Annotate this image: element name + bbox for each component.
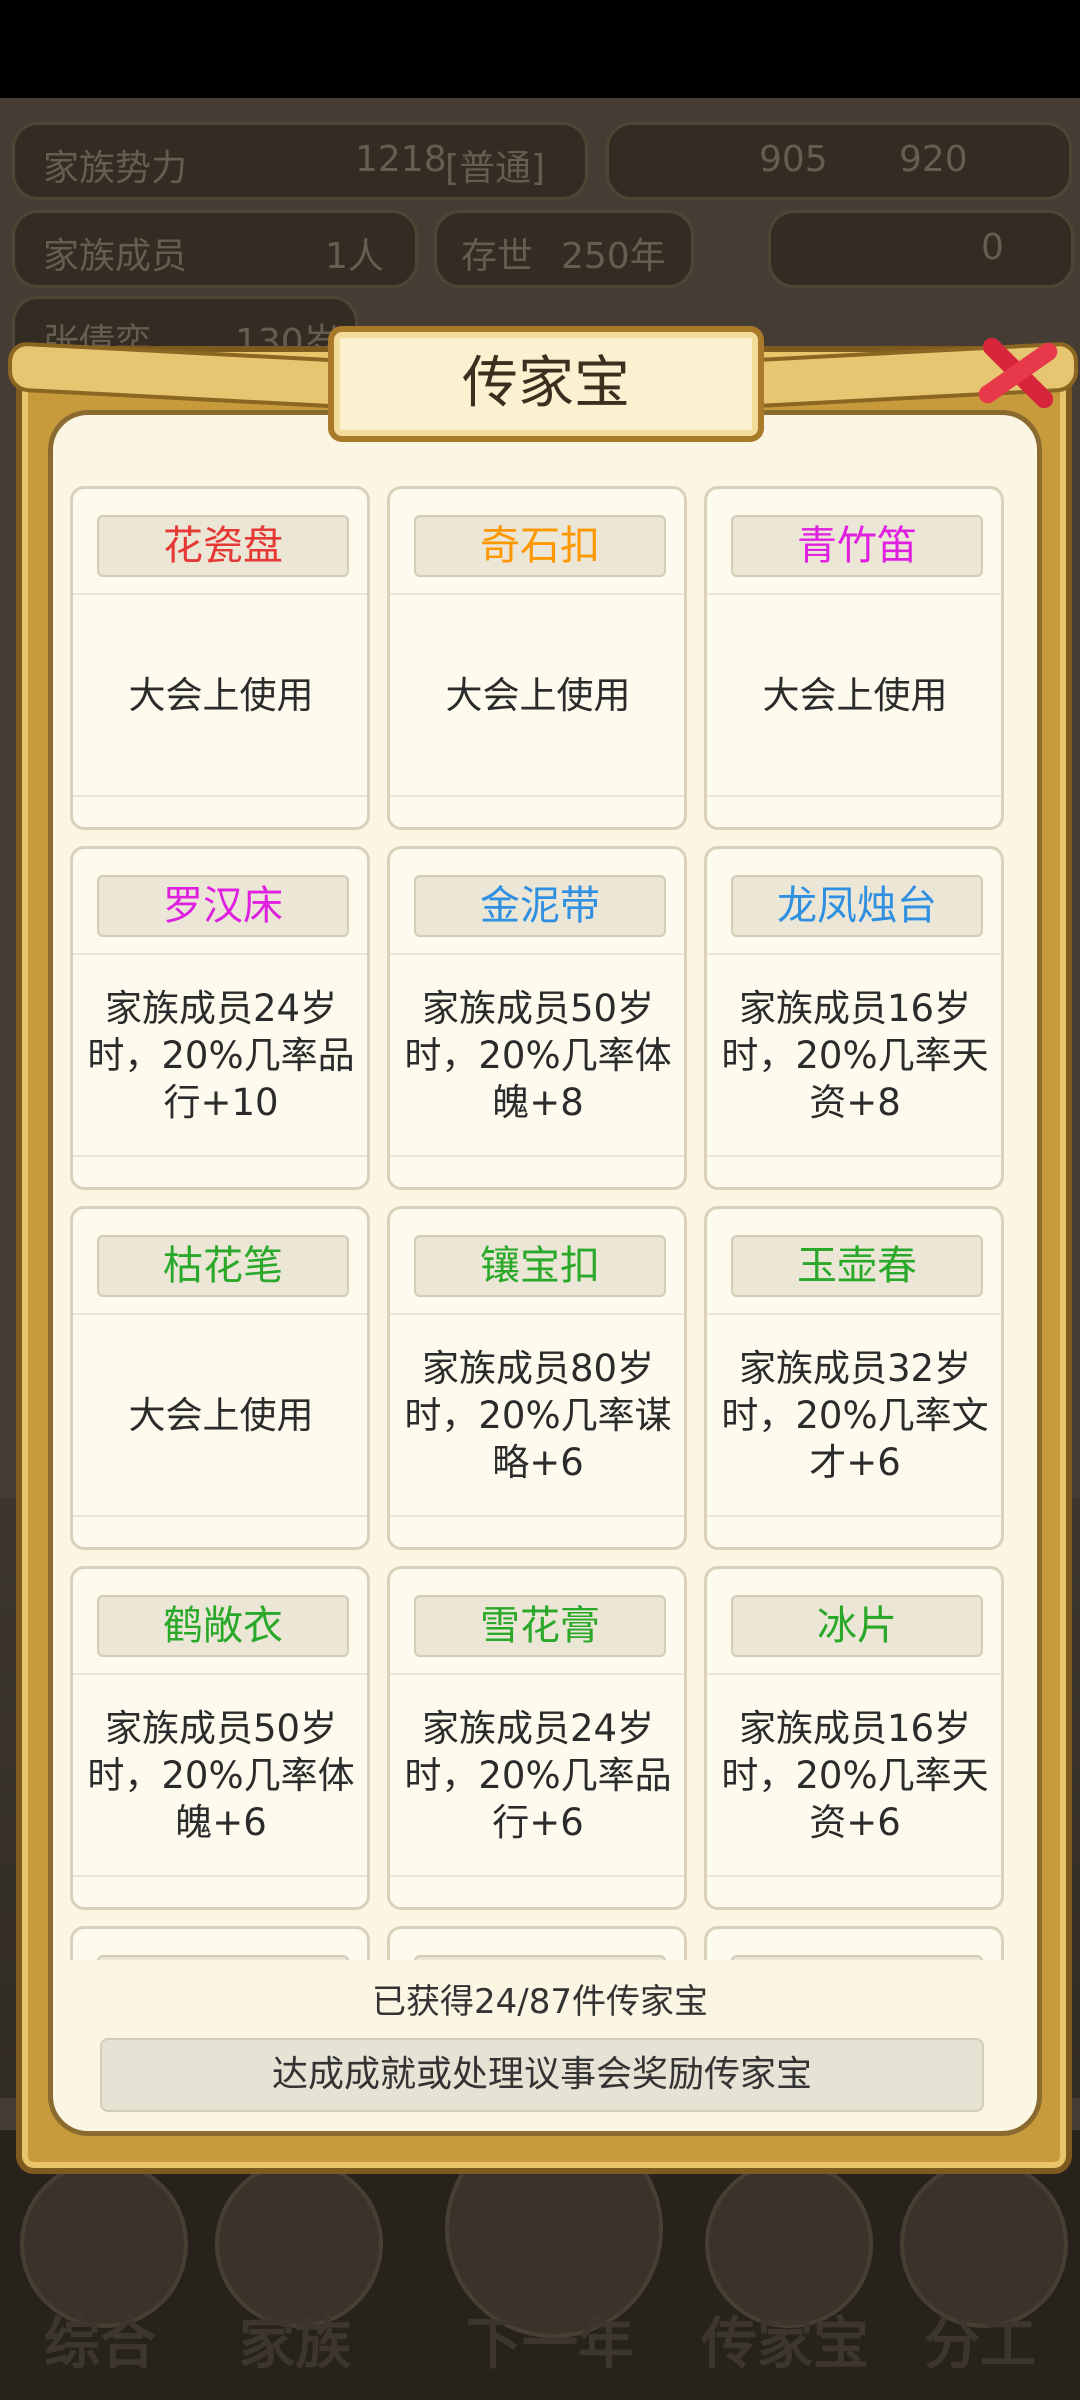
heirloom-effect: 家族成员16岁时，20%几率天资+6	[721, 1706, 989, 1844]
heirloom-effect: 家族成员32岁时，20%几率文才+6	[721, 1346, 989, 1484]
heirloom-card[interactable]: 镶宝扣家族成员80岁时，20%几率谋略+6	[387, 1206, 687, 1550]
heirloom-name: 奇石扣	[414, 515, 666, 577]
heirloom-name: 龙凤烛台	[731, 875, 983, 937]
heirloom-name: 玉壶春	[731, 1235, 983, 1297]
heirloom-effect: 家族成员50岁时，20%几率体魄+6	[87, 1706, 355, 1844]
collected-count: 已获得24/87件传家宝	[372, 1982, 708, 2022]
heirloom-effect: 家族成员50岁时，20%几率体魄+8	[404, 986, 672, 1124]
heirloom-name: 金泥带	[414, 875, 666, 937]
heirloom-card[interactable]: 奇石扣 大会上使用	[387, 486, 687, 830]
heirloom-effect: 大会上使用	[762, 673, 948, 717]
heirloom-card[interactable]: 鹤敞衣家族成员50岁时，20%几率体魄+6	[70, 1566, 370, 1910]
heirloom-card-partial[interactable]	[70, 1926, 370, 1960]
heirloom-name: 罗汉床	[97, 875, 349, 937]
status-bar	[0, 0, 1080, 98]
heirloom-card[interactable]: 龙凤烛台家族成员16岁时，20%几率天资+8	[704, 846, 1004, 1190]
heirloom-card[interactable]: 枯花笔 大会上使用	[70, 1206, 370, 1550]
heirloom-name: 鹤敞衣	[97, 1595, 349, 1657]
heirloom-effect: 家族成员24岁时，20%几率品行+6	[404, 1706, 672, 1844]
heirloom-name: 青竹笛	[731, 515, 983, 577]
hint-bar: 达成成就或处理议事会奖励传家宝	[100, 2038, 984, 2112]
heirloom-effect: 家族成员16岁时，20%几率天资+8	[721, 986, 989, 1124]
heirloom-card[interactable]: 玉壶春家族成员32岁时，20%几率文才+6	[704, 1206, 1004, 1550]
heirloom-name: 镶宝扣	[414, 1235, 666, 1297]
dialog-title: 传家宝	[328, 326, 764, 442]
heirloom-name: 雪花膏	[414, 1595, 666, 1657]
heirloom-card[interactable]: 冰片家族成员16岁时，20%几率天资+6	[704, 1566, 1004, 1910]
heirloom-grid[interactable]: 花瓷盘 大会上使用 奇石扣 大会上使用 青竹笛 大会上使用 罗汉床 家族成员24岁时，20%几…	[70, 486, 1014, 1960]
heirloom-name: 冰片	[731, 1595, 983, 1657]
heirloom-name: 花瓷盘	[97, 515, 349, 577]
heirloom-effect: 家族成员24岁时，20%几率品行+10	[87, 986, 355, 1124]
heirloom-card[interactable]: 金泥带家族成员50岁时，20%几率体魄+8	[387, 846, 687, 1190]
heirloom-effect: 大会上使用	[128, 1393, 314, 1437]
heirloom-card-partial[interactable]	[387, 1926, 687, 1960]
heirloom-card[interactable]: 雪花膏家族成员24岁时，20%几率品行+6	[387, 1566, 687, 1910]
close-button[interactable]	[964, 322, 1064, 422]
heirloom-effect: 家族成员80岁时，20%几率谋略+6	[404, 1346, 672, 1484]
heirloom-card[interactable]: 罗汉床家族成员24岁时，20%几率品行+10	[70, 846, 370, 1190]
heirloom-effect: 大会上使用	[128, 673, 314, 717]
heirloom-card-partial[interactable]	[704, 1926, 1004, 1960]
heirloom-card[interactable]: 青竹笛 大会上使用	[704, 486, 1004, 830]
heirloom-effect: 大会上使用	[445, 673, 631, 717]
heirloom-card[interactable]: 花瓷盘 大会上使用	[70, 486, 370, 830]
heirloom-name: 枯花笔	[97, 1235, 349, 1297]
